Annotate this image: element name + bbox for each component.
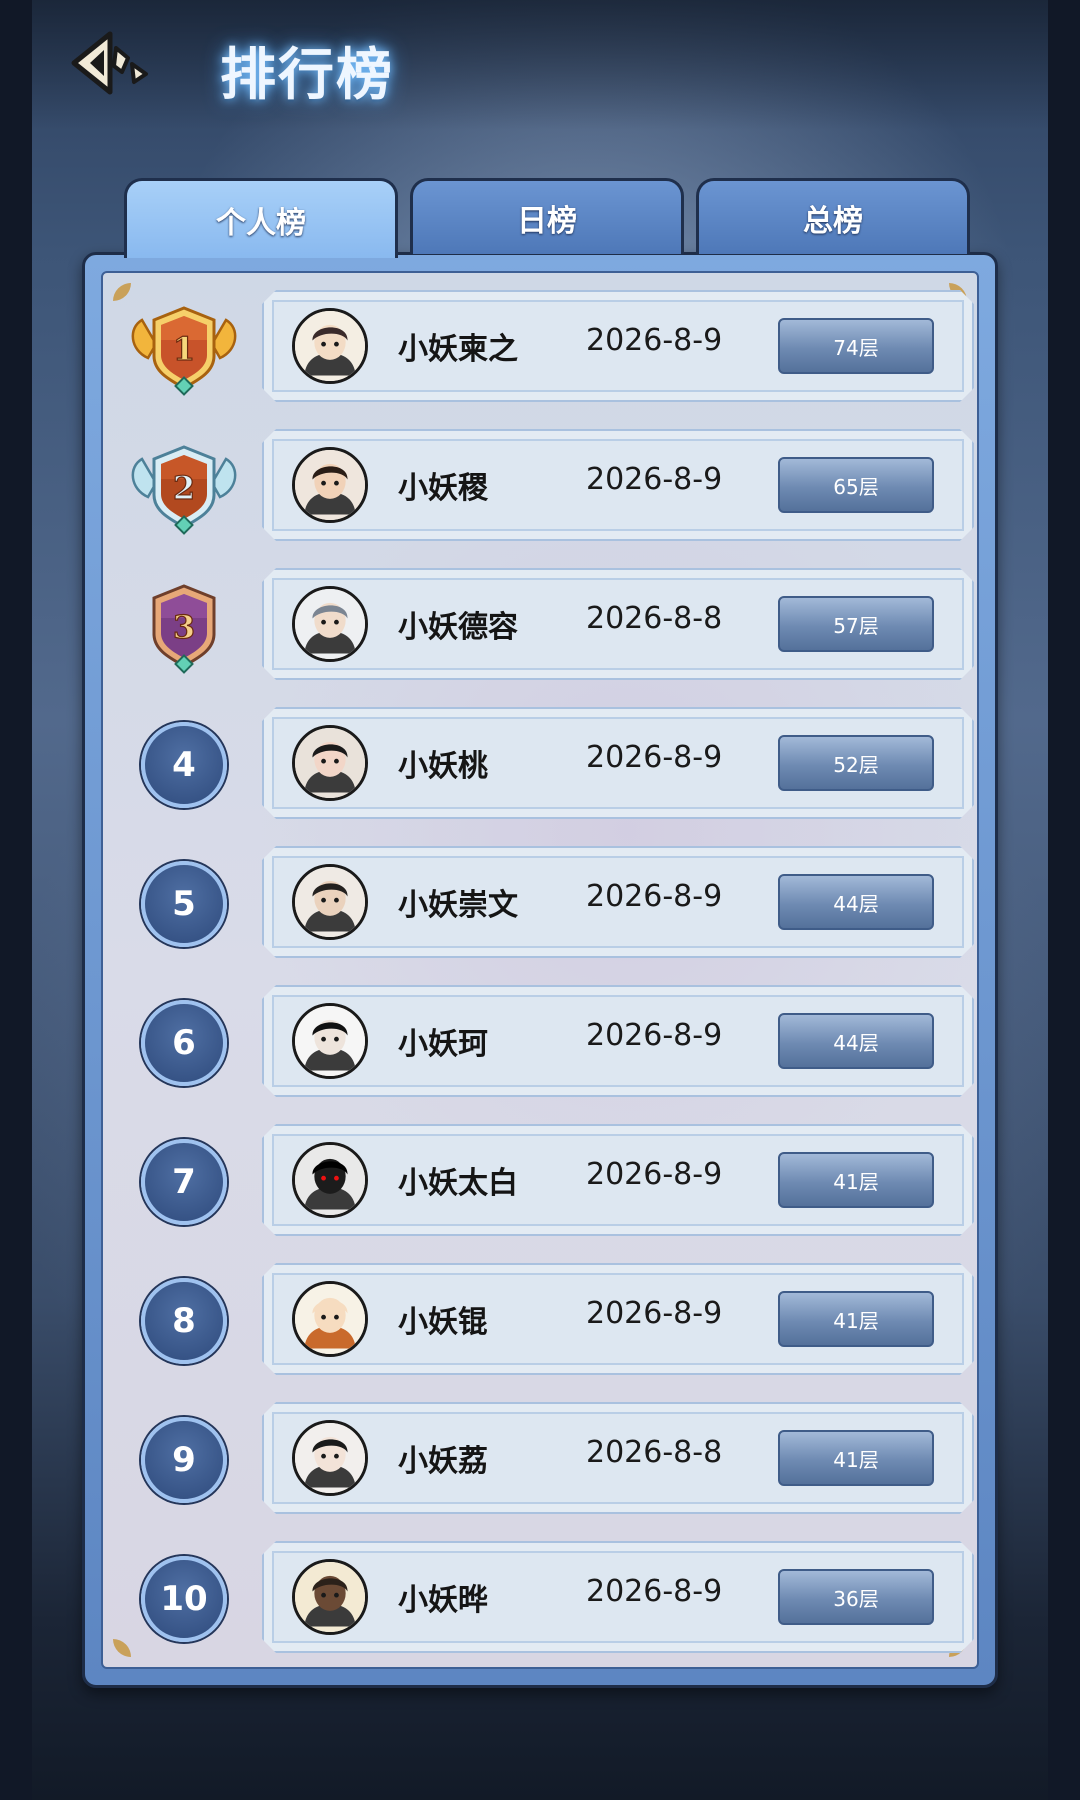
tab-bar: 个人榜 日榜 总榜: [124, 178, 970, 258]
player-avatar[interactable]: [292, 1142, 368, 1218]
player-avatar[interactable]: [292, 1559, 368, 1635]
svg-text:3: 3: [173, 608, 195, 646]
floor-score-badge: 44层: [778, 874, 934, 930]
svg-text:2: 2: [173, 469, 195, 507]
leaderboard-row[interactable]: 7 小妖太白 2026-8-9 41层: [126, 1124, 976, 1236]
player-name: 小妖桃: [398, 749, 488, 784]
floor-score-badge: 52层: [778, 735, 934, 791]
player-card: 小妖荔 2026-8-8 41层: [262, 1402, 974, 1514]
rank-number: 10: [141, 1556, 227, 1642]
page-title: 排行榜: [220, 43, 394, 108]
record-date: 2026-8-8: [586, 601, 723, 636]
player-avatar[interactable]: [292, 447, 368, 523]
leaderboard-row[interactable]: 8 小妖锟 2026-8-9 41层: [126, 1263, 976, 1375]
rank-number: 5: [141, 861, 227, 947]
player-card: 小妖稷 2026-8-9 65层: [262, 429, 974, 541]
back-arrow-icon: [71, 31, 148, 95]
player-name: 小妖珂: [398, 1027, 488, 1062]
rank-badge: 9: [126, 1410, 242, 1510]
record-date: 2026-8-9: [586, 879, 723, 914]
tab-personal[interactable]: 个人榜: [124, 178, 398, 258]
floor-score-badge: 44层: [778, 1013, 934, 1069]
player-card: 小妖太白 2026-8-9 41层: [262, 1124, 974, 1236]
rank-badge: 5: [126, 854, 242, 954]
rank-number: 6: [141, 1000, 227, 1086]
record-date: 2026-8-9: [586, 1018, 723, 1053]
tab-total[interactable]: 总榜: [696, 178, 970, 254]
floor-score-badge: 41层: [778, 1430, 934, 1486]
record-date: 2026-8-9: [586, 323, 723, 358]
rank-number: 4: [141, 722, 227, 808]
player-avatar[interactable]: [292, 586, 368, 662]
rank-badge: 10: [126, 1549, 242, 1649]
leaderboard-row[interactable]: 2 小妖稷 2026-8-9 65层: [126, 429, 976, 541]
player-avatar[interactable]: [292, 1420, 368, 1496]
rank-medal-icon: 2: [126, 437, 242, 537]
player-card: 小妖柬之 2026-8-9 74层: [262, 290, 974, 402]
floor-score-badge: 57层: [778, 596, 934, 652]
leaderboard-row[interactable]: 1 小妖柬之 2026-8-9 74层: [126, 290, 976, 402]
rank-badge: 4: [126, 715, 242, 815]
player-avatar[interactable]: [292, 1003, 368, 1079]
player-card: 小妖晔 2026-8-9 36层: [262, 1541, 974, 1653]
player-name: 小妖荔: [398, 1444, 488, 1479]
record-date: 2026-8-9: [586, 462, 723, 497]
floor-score-badge: 65层: [778, 457, 934, 513]
floor-score-badge: 41层: [778, 1152, 934, 1208]
floor-score-badge: 74层: [778, 318, 934, 374]
floor-score-badge: 36层: [778, 1569, 934, 1625]
player-card: 小妖桃 2026-8-9 52层: [262, 707, 974, 819]
record-date: 2026-8-8: [586, 1435, 723, 1470]
player-avatar[interactable]: [292, 1281, 368, 1357]
record-date: 2026-8-9: [586, 1157, 723, 1192]
player-name: 小妖柬之: [398, 332, 518, 367]
leaderboard-row[interactable]: 3 小妖德容 2026-8-8 57层: [126, 568, 976, 680]
player-card: 小妖珂 2026-8-9 44层: [262, 985, 974, 1097]
player-avatar[interactable]: [292, 864, 368, 940]
rank-badge: 8: [126, 1271, 242, 1371]
record-date: 2026-8-9: [586, 1296, 723, 1331]
back-button[interactable]: [70, 30, 160, 96]
player-name: 小妖德容: [398, 610, 518, 645]
rank-number: 7: [141, 1139, 227, 1225]
player-card: 小妖德容 2026-8-8 57层: [262, 568, 974, 680]
rank-number: 9: [141, 1417, 227, 1503]
rank-badge: 7: [126, 1132, 242, 1232]
player-name: 小妖晔: [398, 1583, 488, 1618]
player-name: 小妖崇文: [398, 888, 518, 923]
floor-score-badge: 41层: [778, 1291, 934, 1347]
player-card: 小妖锟 2026-8-9 41层: [262, 1263, 974, 1375]
player-name: 小妖稷: [398, 471, 488, 506]
leaderboard-row[interactable]: 9 小妖荔 2026-8-8 41层: [126, 1402, 976, 1514]
rank-medal-icon: 1: [126, 298, 242, 398]
leaderboard-row[interactable]: 6 小妖珂 2026-8-9 44层: [126, 985, 976, 1097]
leaderboard-row[interactable]: 5 小妖崇文 2026-8-9 44层: [126, 846, 976, 958]
record-date: 2026-8-9: [586, 1574, 723, 1609]
player-name: 小妖太白: [398, 1166, 518, 1201]
leaderboard-row[interactable]: 4 小妖桃 2026-8-9 52层: [126, 707, 976, 819]
player-avatar[interactable]: [292, 725, 368, 801]
tab-daily[interactable]: 日榜: [410, 178, 684, 254]
rank-number: 8: [141, 1278, 227, 1364]
player-name: 小妖锟: [398, 1305, 488, 1340]
rank-badge: 6: [126, 993, 242, 1093]
record-date: 2026-8-9: [586, 740, 723, 775]
svg-text:1: 1: [173, 330, 195, 368]
rank-medal-icon: 3: [126, 576, 242, 676]
player-avatar[interactable]: [292, 308, 368, 384]
player-card: 小妖崇文 2026-8-9 44层: [262, 846, 974, 958]
leaderboard-row[interactable]: 10 小妖晔 2026-8-9 36层: [126, 1541, 976, 1653]
